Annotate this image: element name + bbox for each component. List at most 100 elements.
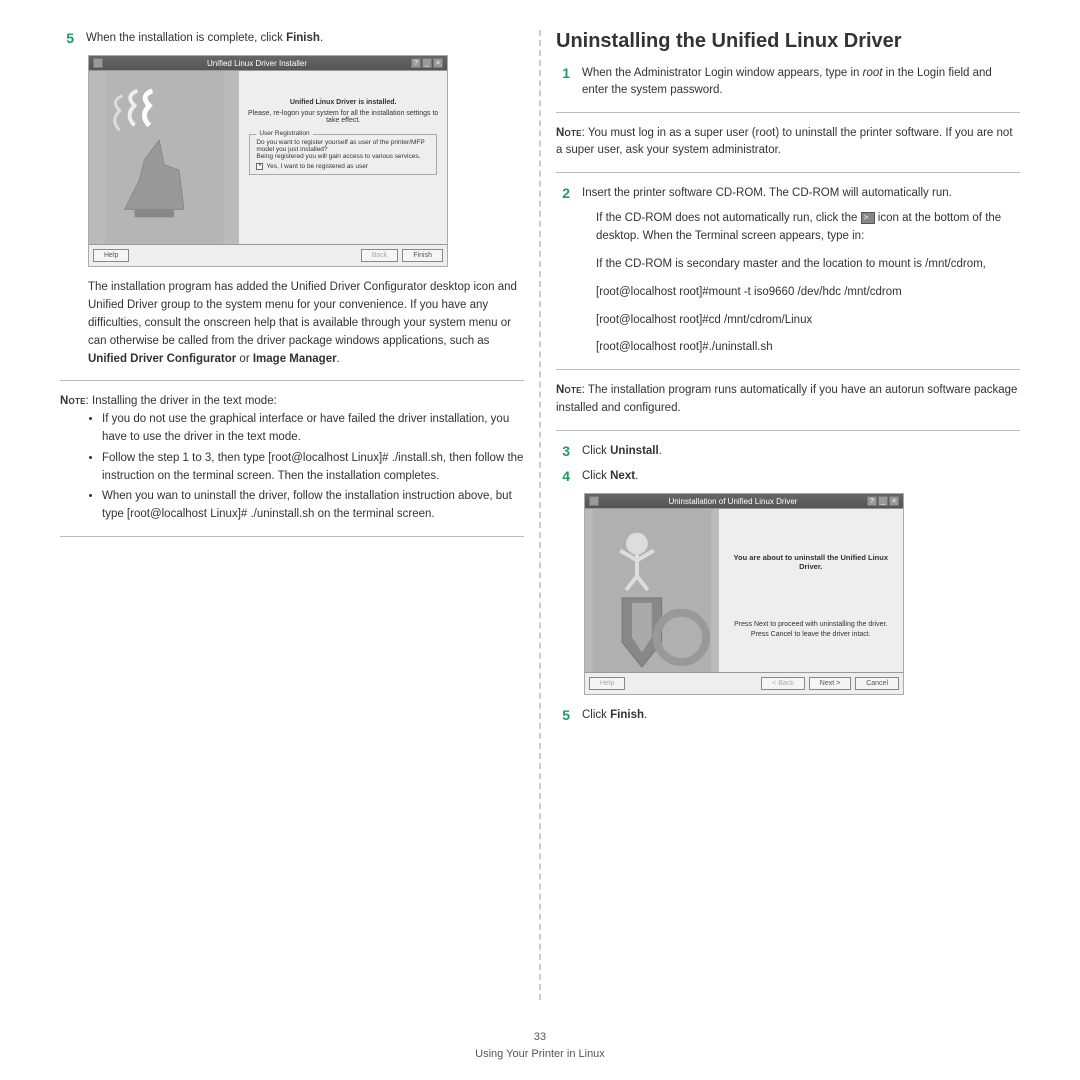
help-icon: ? (867, 496, 877, 506)
note-autorun: Note: The installation program runs auto… (556, 382, 1020, 418)
uninstall-hint-1: Press Next to proceed with uninstalling … (727, 621, 895, 628)
register-checkbox-row: × Yes, I want to be registered as user (256, 163, 430, 170)
separator (60, 380, 524, 381)
text: Click (582, 445, 610, 457)
text: When the installation is complete, click (86, 32, 286, 44)
window-footer: Help < Back Next > Cancel (585, 673, 903, 694)
bullet-item: Follow the step 1 to 3, then type [root@… (102, 450, 524, 486)
bold: Finish (286, 32, 320, 44)
installer-screenshot: Unified Linux Driver Installer ? _ × (88, 55, 448, 267)
step-2-right: 2 Insert the printer software CD-ROM. Th… (556, 185, 1020, 202)
step-3-right: 3 Click Uninstall. (556, 443, 1020, 460)
note-label: Note (556, 384, 582, 396)
app-icon (589, 496, 599, 506)
group-body: Do you want to register yourself as user… (256, 139, 430, 160)
bold: Uninstall (610, 445, 659, 457)
step-number: 5 (556, 707, 570, 724)
window-controls: ? _ × (411, 58, 443, 68)
text: . (337, 353, 340, 365)
left-column: 5 When the installation is complete, cli… (45, 30, 539, 1000)
cmd-cd: [root@localhost root]#cd /mnt/cdrom/Linu… (596, 312, 1020, 330)
cdrom-note-1: If the CD-ROM does not automatically run… (596, 210, 1020, 246)
window-body: Unified Linux Driver is installed. Pleas… (89, 70, 447, 245)
text: . (644, 709, 647, 721)
page-caption: Using Your Printer in Linux (0, 1046, 1080, 1063)
note-body: : Installing the driver in the text mode… (86, 395, 277, 407)
cancel-button[interactable]: Cancel (855, 677, 899, 690)
user-registration-group: User Registration Do you want to registe… (249, 134, 437, 175)
text: . (659, 445, 662, 457)
text: Click (582, 709, 610, 721)
bold: Unified Driver Configurator (88, 353, 236, 365)
separator (556, 172, 1020, 173)
help-button[interactable]: Help (93, 249, 129, 262)
step-number: 3 (556, 443, 570, 460)
uninstall-message: You are about to uninstall the Unified L… (727, 553, 895, 571)
terminal-icon (861, 212, 875, 224)
section-heading: Uninstalling the Unified Linux Driver (556, 30, 1020, 53)
app-icon (93, 58, 103, 68)
page-body: 5 When the installation is complete, cli… (0, 0, 1080, 1010)
note-body: : You must log in as a super user (root)… (556, 127, 1013, 157)
bold: Finish (610, 709, 644, 721)
text: Click (582, 470, 610, 482)
sidebar-graphic (89, 71, 239, 244)
window-main: You are about to uninstall the Unified L… (719, 509, 903, 672)
window-body: You are about to uninstall the Unified L… (585, 508, 903, 673)
back-button: Back (361, 249, 399, 262)
page-number: 33 (0, 1029, 1080, 1046)
group-legend: User Registration (256, 130, 312, 137)
text: If the CD-ROM does not automatically run… (596, 212, 861, 224)
window-main: Unified Linux Driver is installed. Pleas… (239, 71, 447, 244)
text-mode-bullets: If you do not use the graphical interfac… (88, 411, 524, 524)
window-titlebar: Unified Linux Driver Installer ? _ × (89, 56, 447, 70)
separator (556, 369, 1020, 370)
window-titlebar: Uninstallation of Unified Linux Driver ?… (585, 494, 903, 508)
step-text: When the Administrator Login window appe… (582, 65, 1020, 100)
window-title: Uninstallation of Unified Linux Driver (599, 497, 867, 506)
uninstaller-screenshot: Uninstallation of Unified Linux Driver ?… (584, 493, 904, 695)
page-footer: 33 Using Your Printer in Linux (0, 1029, 1080, 1062)
installer-subtext: Please, re-logon your system for all the… (247, 110, 439, 124)
close-icon: × (433, 58, 443, 68)
step-number: 2 (556, 185, 570, 202)
step-number: 4 (556, 468, 570, 485)
close-icon: × (889, 496, 899, 506)
step-number: 5 (60, 30, 74, 47)
next-button[interactable]: Next > (809, 677, 851, 690)
step-text: Click Uninstall. (582, 443, 1020, 460)
note-body: : The installation program runs automati… (556, 384, 1017, 414)
italic: root (863, 67, 883, 79)
step-text: Click Finish. (582, 707, 1020, 724)
checkbox-icon[interactable]: × (256, 163, 263, 170)
text: or (236, 353, 253, 365)
window-footer: Help Back Finish (89, 245, 447, 266)
post-install-paragraph: The installation program has added the U… (88, 279, 524, 368)
window-title: Unified Linux Driver Installer (103, 59, 411, 68)
back-button: < Back (761, 677, 805, 690)
sidebar-graphic (585, 509, 719, 672)
cmd-mount: [root@localhost root]#mount -t iso9660 /… (596, 284, 1020, 302)
step-text: Click Next. (582, 468, 1020, 485)
installer-heading: Unified Linux Driver is installed. (247, 99, 439, 106)
step-5-left: 5 When the installation is complete, cli… (60, 30, 524, 47)
step-1-right: 1 When the Administrator Login window ap… (556, 65, 1020, 100)
separator (556, 430, 1020, 431)
text: . (635, 470, 638, 482)
uninstall-hint-2: Press Cancel to leave the driver intact. (727, 631, 895, 638)
checkbox-label: Yes, I want to be registered as user (266, 163, 368, 170)
finish-button[interactable]: Finish (402, 249, 443, 262)
minimize-icon: _ (878, 496, 888, 506)
note-label: Note (556, 127, 582, 139)
note-label: Note (60, 395, 86, 407)
window-controls: ? _ × (867, 496, 899, 506)
text: The installation program has added the U… (88, 281, 517, 346)
uninstall-illustration-icon (585, 509, 719, 672)
minimize-icon: _ (422, 58, 432, 68)
bold: Image Manager (253, 353, 337, 365)
bullet-item: If you do not use the graphical interfac… (102, 411, 524, 447)
text: When the Administrator Login window appe… (582, 67, 863, 79)
bold: Next (610, 470, 635, 482)
step-number: 1 (556, 65, 570, 100)
help-icon: ? (411, 58, 421, 68)
